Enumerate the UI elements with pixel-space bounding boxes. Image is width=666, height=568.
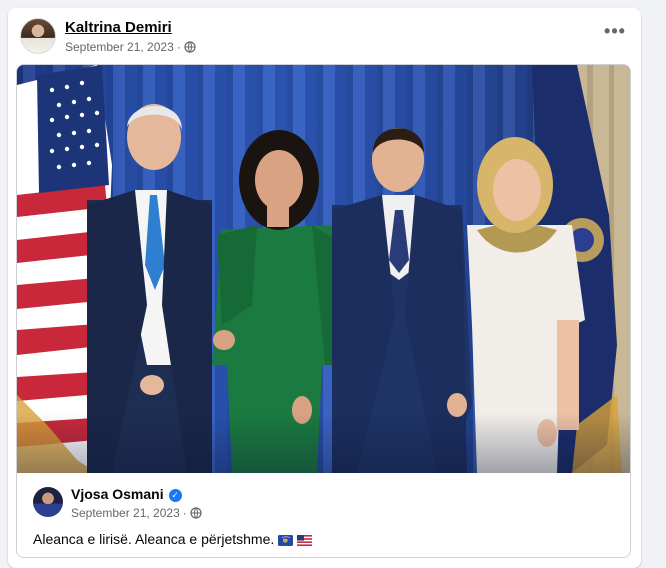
verified-badge-icon: ✓: [168, 489, 182, 502]
shared-post[interactable]: Vjosa Osmani ✓ September 21, 2023 · Aleanc…: [16, 64, 631, 558]
globe-icon[interactable]: [184, 41, 196, 56]
shared-post-caption: Aleanca e lirisë. Aleanca e përjetshme.: [33, 531, 313, 549]
us-flag-icon: [297, 533, 313, 549]
post-date-link[interactable]: September 21, 2023: [65, 40, 174, 54]
shared-meta-separator: ·: [182, 506, 187, 520]
shared-post-footer: Vjosa Osmani ✓ September 21, 2023 · Aleanc…: [17, 473, 630, 557]
shared-photo[interactable]: [17, 65, 630, 473]
globe-icon[interactable]: [190, 507, 202, 522]
photo-scene: [17, 65, 630, 473]
more-options-icon[interactable]: •••: [601, 22, 629, 44]
meta-separator: ·: [176, 40, 181, 54]
author-avatar[interactable]: [20, 18, 56, 54]
author-name-link[interactable]: Kaltrina Demiri: [65, 19, 172, 36]
shared-post-date-link[interactable]: September 21, 2023: [71, 506, 180, 520]
shared-author-name[interactable]: Vjosa Osmani: [71, 486, 164, 502]
page-scrollbar[interactable]: [656, 0, 666, 558]
shared-post-meta: September 21, 2023 ·: [71, 506, 202, 522]
shared-author-avatar[interactable]: [33, 487, 63, 517]
post-header: Kaltrina Demiri September 21, 2023 · •••: [20, 18, 629, 58]
photo-floor-shadow: [17, 413, 630, 473]
post-card: Kaltrina Demiri September 21, 2023· •••: [8, 8, 641, 568]
caption-text: Aleanca e lirisë. Aleanca e përjetshme.: [33, 531, 275, 547]
post-meta: September 21, 2023 ·: [65, 40, 196, 56]
shared-author-name-link[interactable]: Vjosa Osmani ✓: [71, 486, 182, 502]
kosovo-flag-icon: [278, 533, 294, 549]
